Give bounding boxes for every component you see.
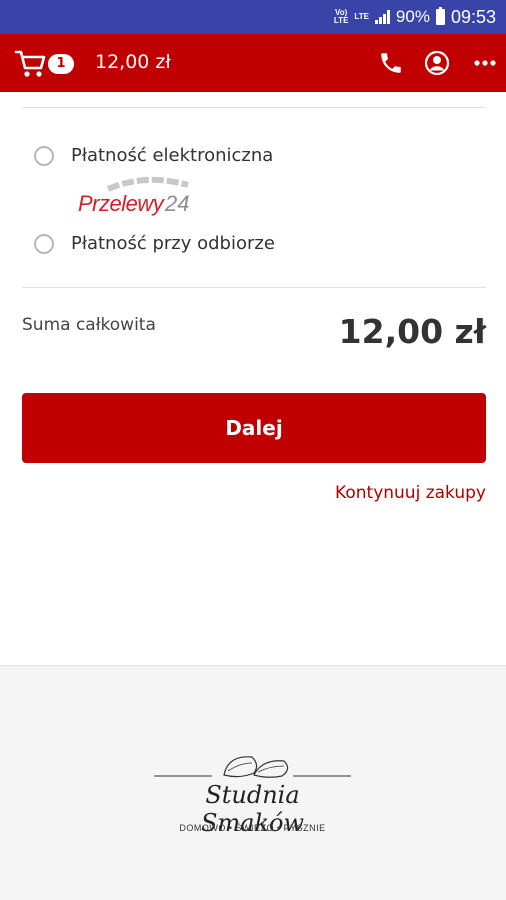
payment-option-cash-on-delivery[interactable]: Płatność przy odbiorze — [34, 233, 275, 254]
continue-shopping-link[interactable]: Kontynuuj zakupy — [335, 483, 486, 503]
phone-icon[interactable] — [378, 50, 404, 76]
clock: 09:53 — [450, 6, 496, 27]
total-value: 12,00 zł — [338, 312, 486, 351]
top-divider — [22, 107, 486, 108]
lte-indicator: LTE — [354, 12, 369, 21]
account-icon[interactable] — [424, 50, 450, 76]
signal-icon — [374, 10, 390, 24]
app-bar: 1 12,00 zł — [0, 34, 506, 92]
cart-button[interactable] — [14, 49, 48, 79]
battery-level: 90% — [395, 7, 430, 26]
svg-text:Przelewy: Przelewy — [78, 191, 166, 216]
status-bar: Vo) LTE LTE 90% 09:53 — [0, 0, 506, 34]
radio-button[interactable] — [34, 233, 54, 254]
svg-text:24: 24 — [164, 191, 189, 216]
brand-tagline: DOMOWO • ŚWIEŻO • PYSZNIE — [179, 823, 326, 833]
volte-indicator: Vo) LTE — [333, 8, 349, 25]
radio-button[interactable] — [34, 145, 54, 166]
studnia-smakow-logo: Studnia Smaków DOMOWO • ŚWIEŻO • PYSZNIE — [150, 751, 355, 841]
przelewy24-logo: Przelewy 24 — [78, 176, 189, 216]
cart-icon — [14, 50, 46, 77]
next-button[interactable]: Dalej — [22, 393, 486, 463]
cart-total: 12,00 zł — [95, 51, 171, 73]
payment-option-label: Płatność przy odbiorze — [71, 233, 275, 254]
payment-option-electronic[interactable]: Płatność elektroniczna — [34, 145, 273, 166]
summary-divider — [22, 287, 486, 288]
total-label: Suma całkowita — [22, 315, 156, 335]
battery-icon — [435, 7, 445, 25]
footer: Studnia Smaków DOMOWO • ŚWIEŻO • PYSZNIE — [0, 665, 506, 900]
cart-count-badge: 1 — [48, 54, 74, 74]
more-icon[interactable] — [472, 50, 498, 76]
payment-option-label: Płatność elektroniczna — [71, 145, 274, 166]
dumplings-icon — [154, 756, 351, 778]
